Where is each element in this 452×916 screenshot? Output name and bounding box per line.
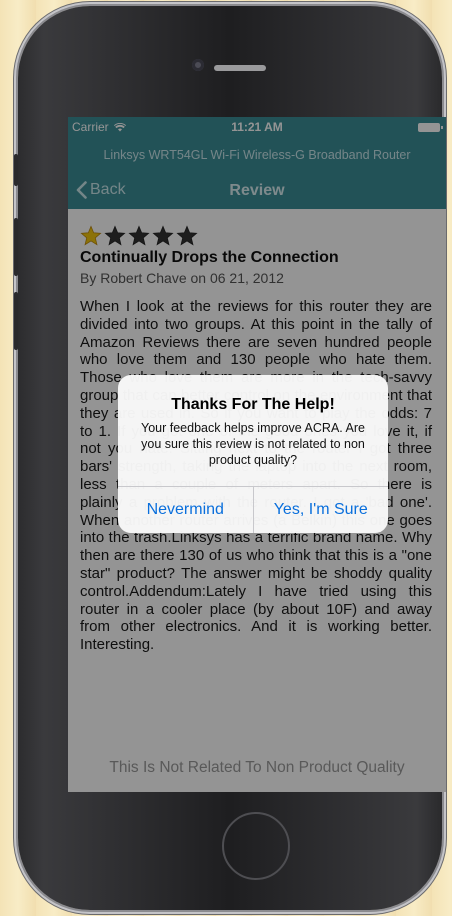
- confirm-button[interactable]: Yes, I'm Sure: [254, 487, 389, 533]
- confirmation-alert: Thanks For The Help! Your feedback helps…: [118, 375, 388, 533]
- alert-title: Thanks For The Help!: [171, 396, 335, 413]
- alert-actions: Nevermind Yes, I'm Sure: [118, 486, 388, 533]
- speaker-grille: [214, 65, 266, 71]
- home-button[interactable]: [222, 812, 290, 880]
- volume-up-button: [14, 218, 18, 276]
- screen: Carrier 11:21 AM Linksys WRT54GL Wi-Fi W…: [68, 117, 446, 792]
- front-camera-icon: [192, 59, 204, 71]
- phone-frame: Carrier 11:21 AM Linksys WRT54GL Wi-Fi W…: [14, 6, 446, 910]
- mute-switch: [14, 154, 18, 186]
- volume-down-button: [14, 292, 18, 350]
- nevermind-button[interactable]: Nevermind: [118, 487, 254, 533]
- alert-message: Your feedback helps improve ACRA. Are yo…: [141, 421, 365, 467]
